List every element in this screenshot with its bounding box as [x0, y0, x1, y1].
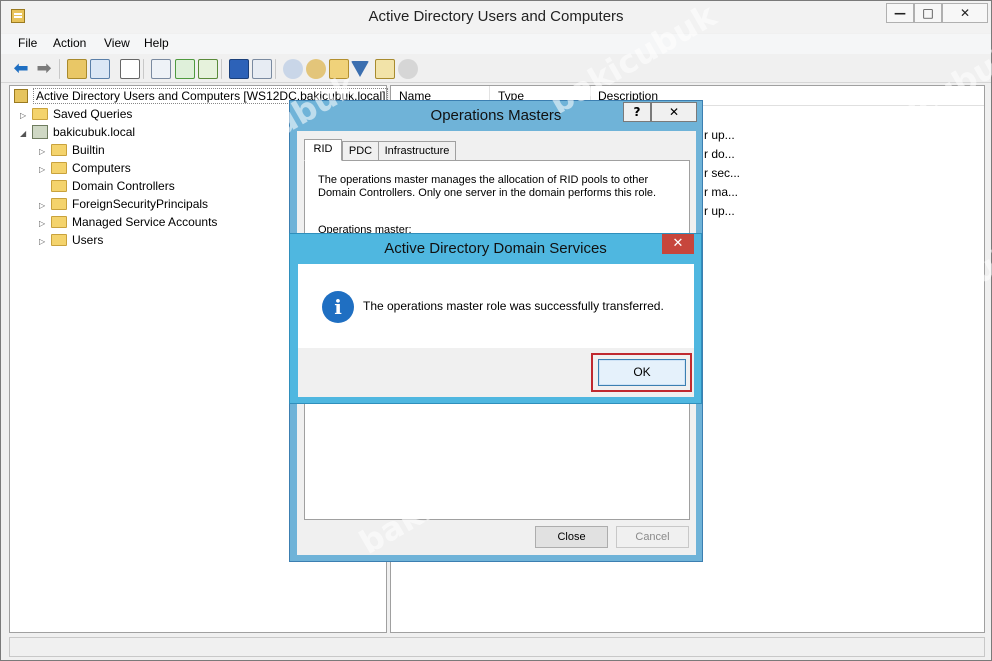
tree-item-domain[interactable]: ◢ bakicubuk.local [20, 123, 135, 141]
dialog-close-button[interactable]: ✕ [651, 102, 697, 122]
list-item-description: r ma... [704, 185, 739, 199]
minimize-button[interactable]: — [886, 3, 914, 23]
list-item-description: r up... [704, 128, 735, 142]
ad-ds-message-box: Active Directory Domain Services ✕ i The… [289, 233, 702, 404]
folder-icon [32, 108, 48, 120]
new-ou-icon[interactable] [329, 59, 349, 79]
tree-item-managed-service-accounts[interactable]: ▷ Managed Service Accounts [39, 213, 217, 231]
message-text: The operations master role was successfu… [363, 299, 664, 313]
refresh-icon[interactable] [175, 59, 195, 79]
tree-item-label: bakicubuk.local [53, 125, 136, 139]
tree-item-label: Domain Controllers [72, 179, 175, 193]
help-icon[interactable] [229, 59, 249, 79]
folder-icon [51, 162, 67, 174]
tree-item-label: ForeignSecurityPrincipals [72, 197, 209, 211]
tree-item-label: Computers [72, 161, 131, 175]
filter-icon[interactable] [351, 61, 369, 77]
close-button[interactable]: Close [535, 526, 608, 548]
list-item-description: r sec... [704, 166, 741, 180]
back-arrow-icon[interactable]: ⬅ [11, 59, 31, 79]
up-folder-icon[interactable] [67, 59, 87, 79]
message-box-footer: OK [298, 348, 694, 397]
list-item-description: r up... [704, 204, 735, 218]
title-bar: Active Directory Users and Computers — □… [1, 1, 991, 33]
role-description: The operations master manages the alloca… [318, 174, 657, 199]
properties-icon[interactable] [120, 59, 140, 79]
help-button[interactable]: ? [623, 102, 651, 122]
domain-icon [32, 125, 48, 139]
tree-item-foreign-security-principals[interactable]: ▷ ForeignSecurityPrincipals [39, 195, 208, 213]
tree-item-builtin[interactable]: ▷ Builtin [39, 141, 105, 159]
menu-bar: File Action View Help [1, 34, 991, 54]
folder-icon [51, 198, 67, 210]
tree-item-users[interactable]: ▷ Users [39, 231, 103, 249]
toolbar-separator [59, 59, 60, 79]
tab-rid[interactable]: RID [304, 139, 342, 161]
expand-icon[interactable]: ▷ [39, 233, 51, 251]
info-icon: i [322, 291, 354, 323]
close-button[interactable]: ✕ [942, 3, 988, 23]
tree-item-label: Builtin [72, 143, 105, 157]
tree-item-label: Managed Service Accounts [72, 215, 218, 229]
show-tree-icon[interactable] [90, 59, 110, 79]
export-list-icon[interactable] [151, 59, 171, 79]
folder-icon [51, 234, 67, 246]
new-group-icon[interactable] [306, 59, 326, 79]
tree-item-label: Users [72, 233, 104, 247]
list-item-description: r do... [704, 147, 735, 161]
tab-pdc[interactable]: PDC [342, 141, 379, 161]
tree-item-computers[interactable]: ▷ Computers [39, 159, 131, 177]
window-title: Active Directory Users and Computers [368, 8, 624, 25]
message-box-close-button[interactable]: ✕ [662, 234, 694, 254]
menu-view[interactable]: View [104, 36, 130, 50]
menu-file[interactable]: File [18, 36, 37, 50]
maximize-button[interactable]: □ [914, 3, 942, 23]
forward-arrow-icon[interactable]: ➡ [34, 59, 54, 79]
toolbar-separator [221, 59, 222, 79]
ad-console-icon [14, 89, 28, 103]
status-bar [9, 637, 985, 657]
ok-button[interactable]: OK [598, 359, 686, 386]
new-user-icon[interactable] [283, 59, 303, 79]
add-to-group-icon[interactable] [398, 59, 418, 79]
view-icon[interactable] [252, 59, 272, 79]
message-box-body: i The operations master role was success… [298, 264, 694, 348]
tree-item-domain-controllers[interactable]: Domain Controllers [39, 177, 175, 195]
export-icon[interactable] [198, 59, 218, 79]
ou-folder-icon [51, 180, 67, 192]
collapse-icon[interactable]: ◢ [20, 125, 32, 143]
folder-icon [51, 216, 67, 228]
toolbar-separator [275, 59, 276, 79]
menu-help[interactable]: Help [144, 36, 169, 50]
cancel-button[interactable]: Cancel [616, 526, 689, 548]
toolbar: ⬅ ➡ [1, 55, 991, 83]
tree-item-label: Saved Queries [53, 107, 133, 121]
folder-icon [51, 144, 67, 156]
tree-item-saved-queries[interactable]: ▷ Saved Queries [20, 105, 132, 123]
menu-action[interactable]: Action [53, 36, 86, 50]
toolbar-separator [143, 59, 144, 79]
message-box-title: Active Directory Domain Services [384, 240, 607, 257]
find-icon[interactable] [375, 59, 395, 79]
tab-infrastructure[interactable]: Infrastructure [378, 141, 456, 161]
